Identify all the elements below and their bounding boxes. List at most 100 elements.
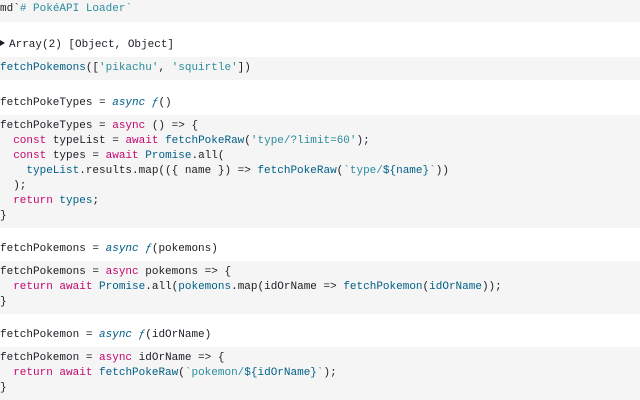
punct: )); — [481, 281, 502, 293]
code-line: } — [0, 296, 7, 308]
code-line: return types; — [0, 194, 640, 209]
cell-gap — [0, 228, 640, 238]
code-line: } — [0, 210, 7, 222]
md-title-cell[interactable]: md`# PokéAPI Loader` — [0, 0, 640, 22]
code-line: } — [0, 382, 7, 394]
function-glyph: ƒ — [132, 329, 146, 341]
function-glyph: ƒ — [138, 243, 152, 255]
keyword: await — [125, 135, 159, 147]
fn-name: fetchPokeRaw — [99, 367, 179, 379]
keyword: async — [112, 120, 146, 132]
keyword: await — [59, 367, 93, 379]
array-output-cell[interactable]: Array(2) [Object, Object] — [0, 34, 640, 57]
fn-name: Promise — [145, 150, 192, 162]
pokemons-output-cell[interactable]: fetchPokemons = async ƒ(pokemons) — [0, 238, 640, 261]
code-text: .all( — [145, 281, 179, 293]
cell-gap — [0, 80, 640, 92]
code-text: .map(idOrName => — [231, 281, 344, 293]
fn-name: idOrName — [429, 281, 482, 293]
cell-gap — [0, 22, 640, 34]
pokemons-code-cell[interactable]: fetchPokemons = async pokemons => { retu… — [0, 261, 640, 314]
code-line: fetchPokemon = async idOrName => { — [0, 351, 640, 366]
string-arg: 'pikachu' — [99, 62, 159, 74]
fn-name: pokemons — [178, 281, 232, 293]
var-name: fetchPokemon = — [0, 329, 100, 341]
code-text: pokemons => { — [138, 266, 232, 278]
code-text: types = — [46, 150, 106, 162]
punct: ); — [323, 367, 337, 379]
code-line: ); — [0, 180, 27, 192]
fn-name: fetchPokeRaw — [257, 165, 337, 177]
keyword: const — [13, 150, 47, 162]
punct: ); — [356, 135, 370, 147]
template-expr: ${name} — [382, 165, 430, 177]
var-name: fetchPokemons = — [0, 266, 106, 278]
string-arg: 'squirtle' — [171, 62, 238, 74]
code-line: return await fetchPokeRaw(`pokemon/${idO… — [0, 366, 640, 381]
code-text: idOrName => { — [132, 352, 225, 364]
md-prefix: md` — [0, 3, 20, 15]
template-string: `pokemon/ — [184, 367, 245, 379]
punct: , — [158, 62, 172, 74]
code-line: const types = await Promise.all( — [0, 149, 640, 164]
expand-triangle-icon[interactable] — [0, 40, 5, 46]
punct: ; — [92, 195, 100, 207]
punct: ( — [244, 135, 251, 147]
fetch-call-cell[interactable]: fetchPokemons(['pikachu', 'squirtle']) — [0, 57, 640, 80]
fn-name: types — [59, 195, 93, 207]
async-keyword: async — [112, 97, 146, 109]
async-keyword: async — [99, 329, 133, 341]
keyword: return — [13, 281, 53, 293]
punct: ( — [178, 367, 185, 379]
cell-gap — [0, 314, 640, 324]
keyword: return — [13, 195, 53, 207]
code-line: fetchPokeTypes = async () => { — [0, 119, 640, 134]
var-name: fetchPokeTypes = — [0, 120, 113, 132]
template-expr: ${idOrName} — [244, 367, 317, 379]
fn-name: Promise — [99, 281, 146, 293]
pokemon-code-cell[interactable]: fetchPokemon = async idOrName => { retur… — [0, 347, 640, 400]
fn-params: (pokemons) — [151, 243, 218, 255]
keyword: await — [59, 281, 93, 293]
fn-params: (idOrName) — [145, 329, 212, 341]
code-line: const typeList = await fetchPokeRaw('typ… — [0, 134, 640, 149]
string: 'type/?limit=60' — [250, 135, 357, 147]
fn-name: fetchPokemons — [0, 62, 86, 74]
var-name: fetchPokeTypes = — [0, 97, 113, 109]
code-line: typeList.results.map(({ name }) => fetch… — [0, 164, 640, 179]
keyword: await — [105, 150, 139, 162]
punct: )) — [435, 165, 449, 177]
array-output-text: Array(2) [Object, Object] — [9, 39, 175, 51]
keyword: async — [99, 352, 133, 364]
poketypes-code-cell[interactable]: fetchPokeTypes = async () => { const typ… — [0, 115, 640, 228]
punct: ([ — [85, 62, 100, 74]
punct: ]) — [237, 62, 251, 74]
fn-params: () — [158, 97, 172, 109]
var-name: fetchPokemon = — [0, 352, 100, 364]
code-line: fetchPokemons = async pokemons => { — [0, 265, 640, 280]
template-string: ` — [316, 367, 324, 379]
keyword: const — [13, 135, 47, 147]
var-name: fetchPokemons = — [0, 243, 106, 255]
poketypes-output-cell[interactable]: fetchPokeTypes = async ƒ() — [0, 92, 640, 115]
keyword: async — [105, 266, 139, 278]
md-suffix: ` — [125, 3, 133, 15]
fn-name: fetchPokemon — [343, 281, 423, 293]
pokemon-output-cell[interactable]: fetchPokemon = async ƒ(idOrName) — [0, 324, 640, 347]
code-text: .all( — [191, 150, 225, 162]
fn-name: fetchPokeRaw — [165, 135, 245, 147]
md-title-text: # PokéAPI Loader — [19, 3, 126, 15]
code-text: .results.map(({ name }) => — [79, 165, 258, 177]
template-string: ` — [429, 165, 436, 177]
fn-name: typeList — [26, 165, 80, 177]
keyword: return — [13, 367, 53, 379]
code-line: return await Promise.all(pokemons.map(id… — [0, 280, 640, 295]
template-string: `type/ — [343, 165, 383, 177]
async-keyword: async — [105, 243, 139, 255]
code-text: () => { — [145, 120, 199, 132]
